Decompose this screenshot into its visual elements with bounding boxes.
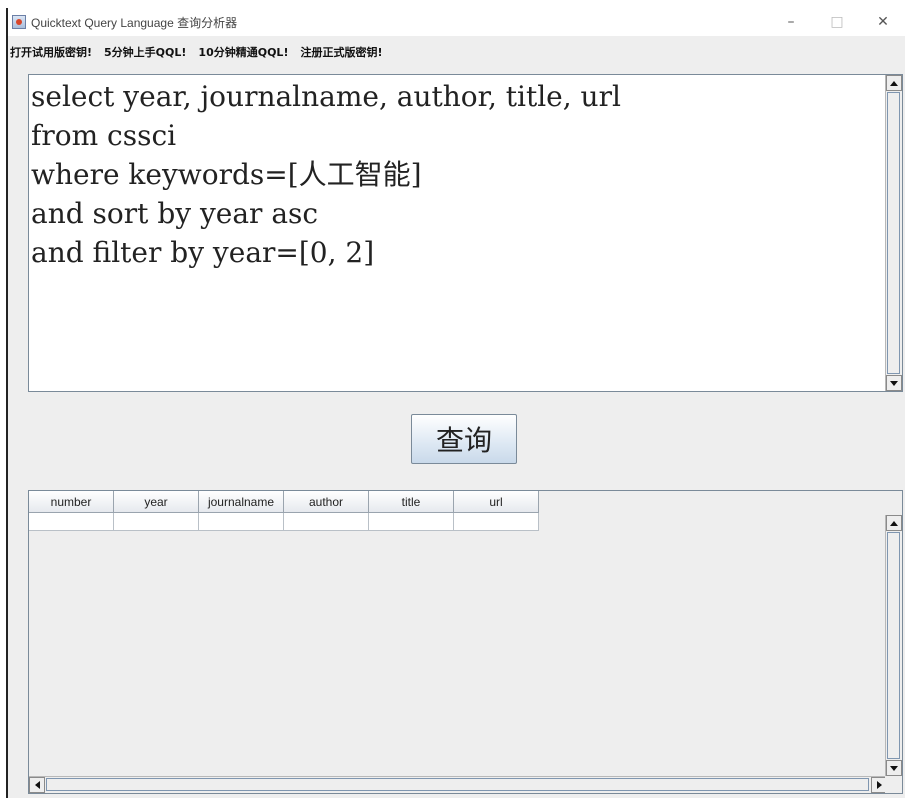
column-header-journalname[interactable]: journalname	[199, 491, 284, 513]
scrollbar-corner	[885, 776, 902, 793]
window-controls: – □ ✕	[768, 8, 905, 36]
column-header-title[interactable]: title	[369, 491, 454, 513]
table-cell-author[interactable]	[284, 513, 369, 531]
arrow-up-icon	[890, 520, 898, 526]
arrow-down-icon	[890, 765, 898, 771]
results-table[interactable]: number year journalname author title url	[29, 491, 539, 531]
query-editor[interactable]: select year, journalname, author, title,…	[28, 74, 903, 392]
scroll-left-button[interactable]	[29, 777, 45, 793]
window-title: Quicktext Query Language 查询分析器	[31, 15, 238, 30]
results-hscroll-thumb[interactable]	[46, 778, 869, 791]
results-scroll-up-button[interactable]	[886, 515, 902, 531]
results-panel: number year journalname author title url	[28, 490, 903, 794]
close-button[interactable]: ✕	[860, 8, 905, 36]
query-button[interactable]: 查询	[411, 414, 517, 464]
java-app-icon[interactable]	[12, 15, 26, 29]
scroll-up-button[interactable]	[886, 75, 902, 91]
scroll-down-button[interactable]	[886, 375, 902, 391]
table-cell-journalname[interactable]	[199, 513, 284, 531]
menu-item-register-key[interactable]: 注册正式版密钥!	[300, 44, 388, 60]
table-row[interactable]	[29, 513, 539, 531]
query-text[interactable]: select year, journalname, author, title,…	[29, 75, 884, 391]
results-vertical-scrollbar[interactable]	[885, 515, 902, 776]
menu-bar: 打开试用版密钥! 5分钟上手QQL! 10分钟精通QQL! 注册正式版密钥!	[8, 42, 905, 62]
column-header-number[interactable]: number	[29, 491, 114, 513]
menu-item-trial-key[interactable]: 打开试用版密钥!	[10, 44, 98, 60]
minimize-button[interactable]: –	[768, 8, 814, 36]
results-scroll-down-button[interactable]	[886, 760, 902, 776]
table-cell-url[interactable]	[454, 513, 539, 531]
arrow-up-icon	[890, 80, 898, 86]
column-header-author[interactable]: author	[284, 491, 369, 513]
app-window: Quicktext Query Language 查询分析器 – □ ✕ 打开试…	[6, 8, 905, 798]
table-cell-title[interactable]	[369, 513, 454, 531]
table-cell-year[interactable]	[114, 513, 199, 531]
menu-item-10min-tutorial[interactable]: 10分钟精通QQL!	[198, 44, 294, 60]
menu-item-5min-tutorial[interactable]: 5分钟上手QQL!	[104, 44, 192, 60]
column-header-url[interactable]: url	[454, 491, 539, 513]
arrow-left-icon	[34, 781, 40, 789]
table-cell-number[interactable]	[29, 513, 114, 531]
title-bar[interactable]: Quicktext Query Language 查询分析器 – □ ✕	[8, 8, 905, 36]
column-header-year[interactable]: year	[114, 491, 199, 513]
editor-vertical-scrollbar[interactable]	[885, 75, 902, 391]
arrow-right-icon	[876, 781, 882, 789]
table-header: number year journalname author title url	[29, 491, 539, 513]
results-vscroll-thumb[interactable]	[887, 532, 900, 759]
maximize-button[interactable]: □	[814, 8, 860, 36]
editor-scroll-thumb[interactable]	[887, 92, 900, 374]
results-horizontal-scrollbar[interactable]	[29, 776, 887, 793]
arrow-down-icon	[890, 380, 898, 386]
